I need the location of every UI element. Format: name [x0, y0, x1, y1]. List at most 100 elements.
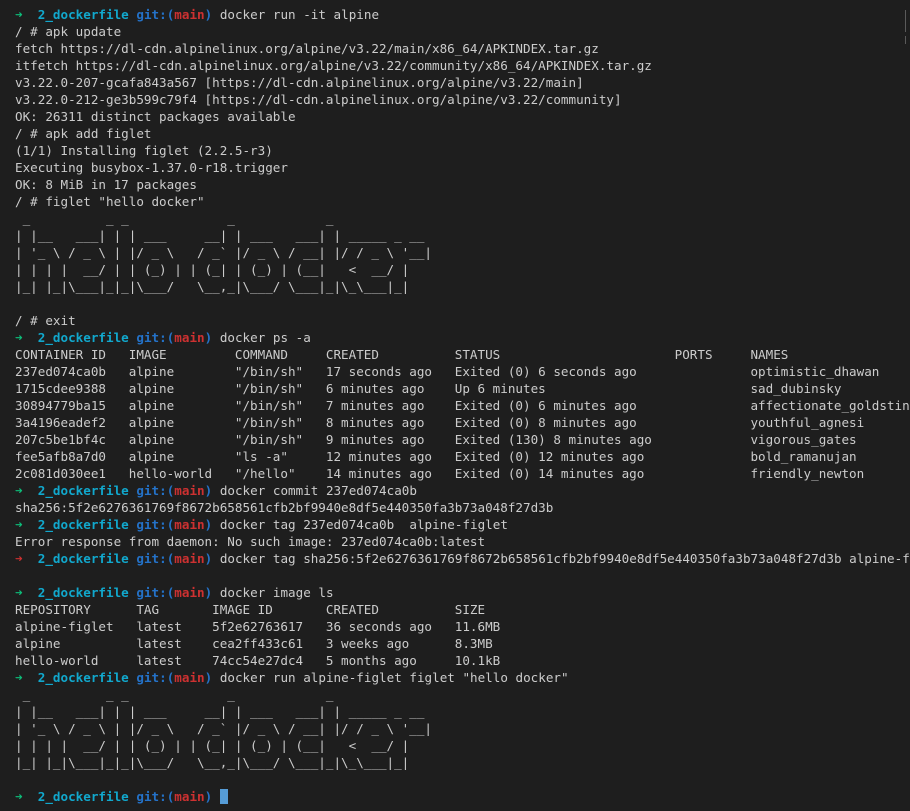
output-text: _ _ _ _ _ [15, 211, 433, 226]
output-text: alpine latest cea2ff433c61 3 weeks ago 8… [15, 636, 493, 651]
output-line: alpine-figlet latest 5f2e62763617 36 sec… [15, 618, 910, 635]
prompt-git-suffix: ) [204, 585, 213, 600]
output-text: | | | | __/ | | (_) | | (_| | (_) | (__|… [15, 738, 433, 753]
output-line: |_| |_|\___|_|_|\___/ \__,_|\___/ \___|_… [15, 754, 910, 771]
output-text: Error response from daemon: No such imag… [15, 534, 486, 549]
output-line: | | | | __/ | | (_) | | (_| | (_) | (__|… [15, 261, 910, 278]
scrollbar-marker[interactable] [905, 10, 910, 32]
output-line: / # exit [15, 312, 910, 329]
output-text: 3a4196eadef2 alpine "/bin/sh" 8 minutes … [15, 415, 865, 430]
prompt-line: ➜ 2_dockerfile git:(main) docker ps -a [15, 329, 910, 346]
output-text: alpine-figlet latest 5f2e62763617 36 sec… [15, 619, 501, 634]
prompt-arrow-icon: ➜ [15, 670, 23, 685]
output-line: | |__ ___| | | ___ __| | ___ ___| | ____… [15, 703, 910, 720]
output-text: / # apk update [15, 24, 122, 39]
command-text: docker commit 237ed074ca0b [219, 483, 417, 498]
prompt-arrow-icon: ➜ [15, 789, 23, 804]
output-line: itfetch https://dl-cdn.alpinelinux.org/a… [15, 57, 910, 74]
prompt-git-suffix: ) [204, 7, 213, 22]
output-text: fetch https://dl-cdn.alpinelinux.org/alp… [15, 41, 599, 56]
prompt-directory: 2_dockerfile [37, 789, 129, 804]
output-line: Error response from daemon: No such imag… [15, 533, 910, 550]
output-text: Executing busybox-1.37.0-r18.trigger [15, 160, 288, 175]
prompt-line: ➜ 2_dockerfile git:(main) docker tag sha… [15, 550, 910, 567]
prompt-git-branch: main [174, 517, 205, 532]
output-text: hello-world latest 74cc54e27dc4 5 months… [15, 653, 501, 668]
prompt-git-branch: main [174, 7, 205, 22]
output-line: / # figlet "hello docker" [15, 193, 910, 210]
output-text: 30894779ba15 alpine "/bin/sh" 7 minutes … [15, 398, 910, 413]
prompt-git-branch: main [174, 670, 205, 685]
prompt-git-suffix: ) [204, 551, 213, 566]
output-text: 1715cdee9388 alpine "/bin/sh" 6 minutes … [15, 381, 842, 396]
output-text: 237ed074ca0b alpine "/bin/sh" 17 seconds… [15, 364, 880, 379]
prompt-git-branch: main [174, 483, 205, 498]
prompt-git-suffix: ) [204, 483, 213, 498]
output-text: | |__ ___| | | ___ __| | ___ ___| | ____… [15, 704, 433, 719]
output-text: v3.22.0-207-gcafa843a567 [https://dl-cdn… [15, 75, 584, 90]
prompt-directory: 2_dockerfile [37, 330, 129, 345]
output-line: | | | | __/ | | (_) | | (_| | (_) | (__|… [15, 737, 910, 754]
output-line: 1715cdee9388 alpine "/bin/sh" 6 minutes … [15, 380, 910, 397]
output-line: Executing busybox-1.37.0-r18.trigger [15, 159, 910, 176]
prompt-line: ➜ 2_dockerfile git:(main) docker run alp… [15, 669, 910, 686]
output-line: OK: 26311 distinct packages available [15, 108, 910, 125]
output-line: | |__ ___| | | ___ __| | ___ ___| | ____… [15, 227, 910, 244]
prompt-line: ➜ 2_dockerfile git:(main) [15, 788, 910, 805]
prompt-directory: 2_dockerfile [37, 670, 129, 685]
prompt-directory: 2_dockerfile [37, 7, 129, 22]
output-text: 207c5be1bf4c alpine "/bin/sh" 9 minutes … [15, 432, 857, 447]
output-line: 3a4196eadef2 alpine "/bin/sh" 8 minutes … [15, 414, 910, 431]
output-text: | | | | __/ | | (_) | | (_| | (_) | (__|… [15, 262, 433, 277]
prompt-git-suffix: ) [204, 330, 213, 345]
command-text: docker tag 237ed074ca0b alpine-figlet [219, 517, 508, 532]
output-text: |_| |_|\___|_|_|\___/ \__,_|\___/ \___|_… [15, 279, 433, 294]
output-line: v3.22.0-212-ge3b599c79f4 [https://dl-cdn… [15, 91, 910, 108]
output-text: (1/1) Installing figlet (2.2.5-r3) [15, 143, 273, 158]
output-line: v3.22.0-207-gcafa843a567 [https://dl-cdn… [15, 74, 910, 91]
terminal-output: ➜ 2_dockerfile git:(main) docker run -it… [15, 6, 910, 805]
output-text: | |__ ___| | | ___ __| | ___ ___| | ____… [15, 228, 433, 243]
output-text: |_| |_|\___|_|_|\___/ \__,_|\___/ \___|_… [15, 755, 433, 770]
prompt-git-suffix: ) [204, 789, 213, 804]
output-text: CONTAINER ID IMAGE COMMAND CREATED STATU… [15, 347, 789, 362]
output-text: | '_ \ / _ \ | |/ _ \ / _` |/ _ \ / __| … [15, 721, 433, 736]
output-line: / # apk add figlet [15, 125, 910, 142]
output-line: CONTAINER ID IMAGE COMMAND CREATED STATU… [15, 346, 910, 363]
output-line: / # apk update [15, 23, 910, 40]
prompt-directory: 2_dockerfile [37, 517, 129, 532]
output-line: fee5afb8a7d0 alpine "ls -a" 12 minutes a… [15, 448, 910, 465]
output-line: 2c081d030ee1 hello-world "/hello" 14 min… [15, 465, 910, 482]
output-line: (1/1) Installing figlet (2.2.5-r3) [15, 142, 910, 159]
output-line: | '_ \ / _ \ | |/ _ \ / _` |/ _ \ / __| … [15, 244, 910, 261]
output-line: sha256:5f2e6276361769f8672b658561cfb2bf9… [15, 499, 910, 516]
prompt-arrow-icon: ➜ [15, 7, 23, 22]
prompt-git-prefix: git:( [136, 517, 175, 532]
prompt-line: ➜ 2_dockerfile git:(main) docker tag 237… [15, 516, 910, 533]
prompt-directory: 2_dockerfile [37, 585, 129, 600]
terminal[interactable]: ➜ 2_dockerfile git:(main) docker run -it… [0, 0, 910, 811]
prompt-arrow-icon: ➜ [15, 585, 23, 600]
block-cursor-icon[interactable] [219, 789, 228, 804]
output-line: alpine latest cea2ff433c61 3 weeks ago 8… [15, 635, 910, 652]
scrollbar-marker-secondary[interactable] [905, 36, 910, 44]
prompt-git-suffix: ) [204, 517, 213, 532]
output-line: | '_ \ / _ \ | |/ _ \ / _` |/ _ \ / __| … [15, 720, 910, 737]
output-text: / # apk add figlet [15, 126, 152, 141]
prompt-git-branch: main [174, 330, 205, 345]
output-line: hello-world latest 74cc54e27dc4 5 months… [15, 652, 910, 669]
output-line: 30894779ba15 alpine "/bin/sh" 7 minutes … [15, 397, 910, 414]
command-text: docker ps -a [219, 330, 311, 345]
prompt-git-prefix: git:( [136, 551, 175, 566]
output-text: _ _ _ _ _ [15, 687, 433, 702]
prompt-git-branch: main [174, 585, 205, 600]
output-text: fee5afb8a7d0 alpine "ls -a" 12 minutes a… [15, 449, 857, 464]
prompt-line: ➜ 2_dockerfile git:(main) docker run -it… [15, 6, 910, 23]
output-text: sha256:5f2e6276361769f8672b658561cfb2bf9… [15, 500, 554, 515]
output-line: |_| |_|\___|_|_|\___/ \__,_|\___/ \___|_… [15, 278, 910, 295]
prompt-git-branch: main [174, 789, 205, 804]
command-text: docker run alpine-figlet figlet "hello d… [219, 670, 569, 685]
output-text: | '_ \ / _ \ | |/ _ \ / _` |/ _ \ / __| … [15, 245, 433, 260]
